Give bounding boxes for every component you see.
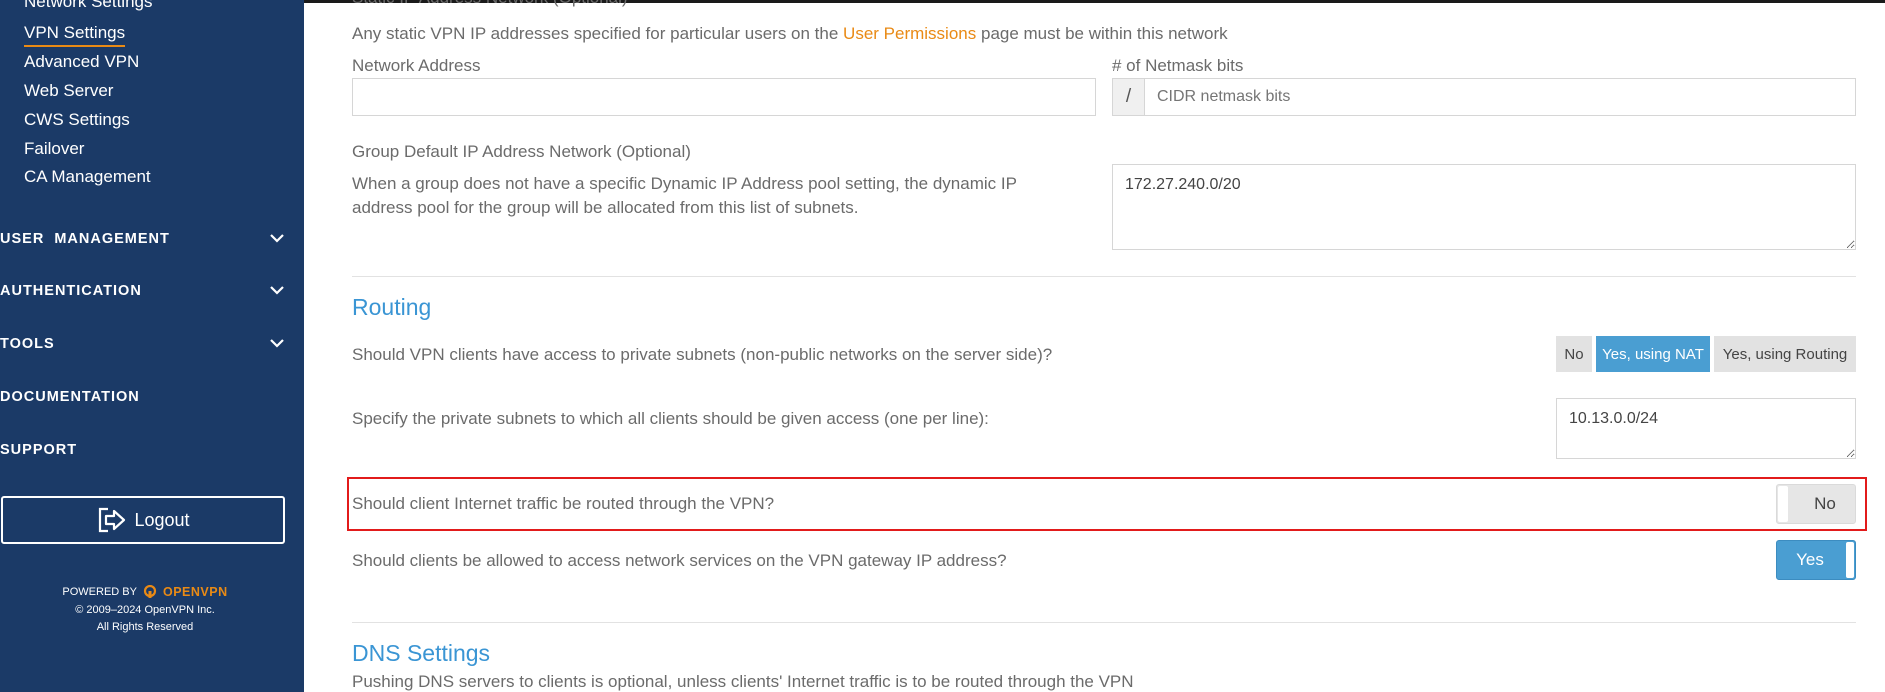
netmask-addon: / bbox=[1112, 78, 1144, 116]
netmask-input[interactable] bbox=[1144, 78, 1856, 116]
sidebar-section-support[interactable]: SUPPORT bbox=[0, 442, 290, 458]
group-default-desc-line1: When a group does not have a specific Dy… bbox=[352, 174, 1017, 193]
private-access-question: Should VPN clients have access to privat… bbox=[352, 345, 1053, 364]
gateway-access-question: Should clients be allowed to access netw… bbox=[352, 551, 1007, 570]
sidebar-item-network-settings[interactable]: Network Settings bbox=[24, 0, 153, 12]
rights-reserved: All Rights Reserved bbox=[96, 621, 194, 633]
toggle-knob bbox=[1846, 542, 1854, 578]
sidebar-section-user-management[interactable]: USER MANAGEMENT bbox=[0, 231, 290, 247]
sidebar-section-label: USER MANAGEMENT bbox=[0, 231, 170, 247]
private-access-no-button[interactable]: No bbox=[1556, 336, 1592, 372]
copyright: © 2009–2024 OpenVPN Inc. bbox=[75, 604, 215, 616]
gateway-access-toggle[interactable]: Yes bbox=[1776, 540, 1856, 580]
main-content: Static IP Address Network (Optional) Any… bbox=[304, 0, 1885, 692]
private-subnets-textarea[interactable]: 10.13.0.0/24 bbox=[1556, 398, 1856, 459]
group-default-subnets-textarea[interactable]: 172.27.240.0/20 bbox=[1112, 164, 1856, 250]
logout-button[interactable]: Logout bbox=[1, 496, 285, 544]
static-ip-desc-before: Any static VPN IP addresses specified fo… bbox=[352, 24, 839, 43]
powered-by: POWERED BY OPENVPN bbox=[0, 585, 290, 599]
sidebar-item-web-server[interactable]: Web Server bbox=[24, 81, 113, 101]
sidebar-item-vpn-settings[interactable]: VPN Settings bbox=[24, 23, 126, 47]
group-default-desc-line2: address pool for the group will be alloc… bbox=[352, 198, 859, 217]
netmask-label: # of Netmask bits bbox=[1112, 56, 1244, 75]
network-address-input[interactable] bbox=[352, 78, 1096, 116]
private-access-nat-button[interactable]: Yes, using NAT bbox=[1596, 336, 1710, 372]
sidebar: Network Settings VPN Settings Advanced V… bbox=[0, 0, 304, 692]
static-ip-heading: Static IP Address Network (Optional) bbox=[352, 0, 628, 8]
powered-by-label: POWERED BY bbox=[62, 586, 137, 598]
internet-traffic-question: Should client Internet traffic be routed… bbox=[352, 494, 775, 513]
group-default-heading: Group Default IP Address Network (Option… bbox=[352, 142, 691, 161]
static-ip-description: Any static VPN IP addresses specified fo… bbox=[352, 24, 1228, 44]
dns-description: Pushing DNS servers to clients is option… bbox=[352, 672, 1134, 691]
sidebar-section-tools[interactable]: TOOLS bbox=[0, 336, 290, 352]
internet-traffic-toggle[interactable]: No bbox=[1776, 484, 1856, 524]
sidebar-section-label: AUTHENTICATION bbox=[0, 283, 142, 299]
user-permissions-link[interactable]: User Permissions bbox=[843, 24, 976, 43]
static-ip-desc-after: page must be within this network bbox=[980, 24, 1228, 43]
sidebar-section-label: TOOLS bbox=[0, 336, 55, 352]
sidebar-section-label: SUPPORT bbox=[0, 442, 78, 458]
gateway-access-toggle-label: Yes bbox=[1796, 550, 1824, 569]
sidebar-section-authentication[interactable]: AUTHENTICATION bbox=[0, 283, 290, 299]
private-access-routing-button[interactable]: Yes, using Routing bbox=[1714, 336, 1856, 372]
chevron-down-icon bbox=[270, 286, 284, 295]
sidebar-section-label: DOCUMENTATION bbox=[0, 389, 140, 405]
chevron-down-icon bbox=[270, 234, 284, 243]
logout-icon bbox=[99, 507, 126, 533]
routing-heading: Routing bbox=[352, 294, 432, 320]
sidebar-item-failover[interactable]: Failover bbox=[24, 139, 84, 159]
openvpn-brand: OPENVPN bbox=[162, 585, 228, 599]
sidebar-item-ca-management[interactable]: CA Management bbox=[24, 167, 151, 187]
internet-traffic-toggle-label: No bbox=[1814, 494, 1836, 513]
chevron-down-icon bbox=[270, 339, 284, 348]
dns-heading: DNS Settings bbox=[352, 640, 491, 666]
divider bbox=[352, 622, 1856, 623]
network-address-label: Network Address bbox=[352, 56, 481, 75]
divider bbox=[352, 276, 1856, 277]
openvpn-logo-icon bbox=[143, 585, 157, 598]
logout-label: Logout bbox=[134, 509, 190, 530]
sidebar-item-cws-settings[interactable]: CWS Settings bbox=[24, 110, 130, 130]
private-subnets-label: Specify the private subnets to which all… bbox=[352, 409, 989, 428]
sidebar-item-advanced-vpn[interactable]: Advanced VPN bbox=[24, 52, 139, 72]
sidebar-section-documentation[interactable]: DOCUMENTATION bbox=[0, 389, 290, 405]
